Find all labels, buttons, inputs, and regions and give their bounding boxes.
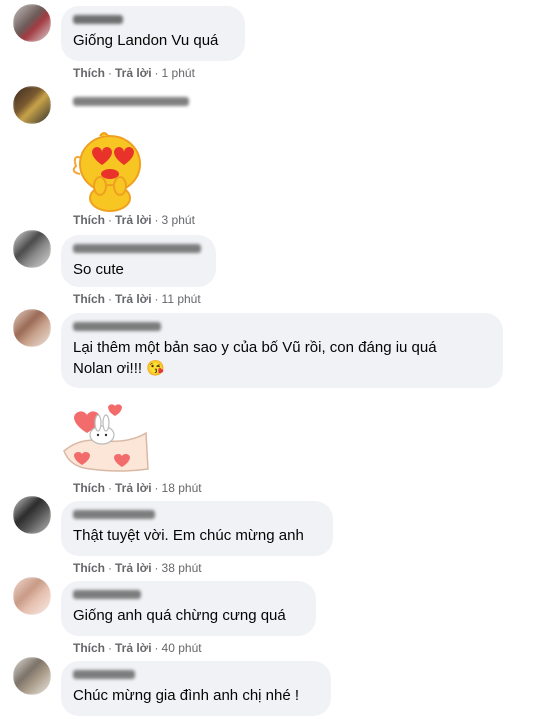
comment-bubble: So cute xyxy=(61,235,216,287)
commenter-name-blurred[interactable] xyxy=(73,510,155,519)
like-link[interactable]: Thích xyxy=(73,481,105,495)
reply-link[interactable]: Trả lời xyxy=(115,641,152,655)
heart-eyes-duck-sticker xyxy=(70,128,146,212)
comment-bubble: Thật tuyệt vời. Em chúc mừng anh xyxy=(61,501,333,556)
like-link[interactable]: Thích xyxy=(73,641,105,655)
comment-time[interactable]: 1 phút xyxy=(162,66,195,80)
comment-time[interactable]: 11 phút xyxy=(162,292,201,306)
comment-bubble: Giống Landon Vu quá xyxy=(61,6,245,61)
comment-time[interactable]: 40 phút xyxy=(162,641,202,655)
comment-bubble: Giống anh quá chừng cưng quá xyxy=(61,581,316,636)
commenter-name-blurred[interactable] xyxy=(73,244,201,253)
comment-actions: Thích · Trả lời · 40 phút xyxy=(73,641,202,655)
commenter-name-blurred[interactable] xyxy=(73,97,189,106)
comments-panel: { "comments": [ {"text": "Giống Landon V… xyxy=(0,0,554,719)
bunny-sticker-icon xyxy=(63,404,149,472)
like-link[interactable]: Thích xyxy=(73,292,105,306)
comment-bubble: Lại thêm một bản sao y của bố Vũ rồi, co… xyxy=(61,313,503,388)
bunny-hearts-sticker xyxy=(60,397,152,477)
comment-text: Thật tuyệt vời. Em chúc mừng anh xyxy=(73,527,304,544)
avatar[interactable] xyxy=(13,496,51,534)
commenter-name-blurred[interactable] xyxy=(73,670,135,679)
comment-text: Giống Landon Vu quá xyxy=(73,32,219,49)
avatar[interactable] xyxy=(13,230,51,268)
reply-link[interactable]: Trả lời xyxy=(115,561,152,575)
comment-text: Lại thêm một bản sao y của bố Vũ rồi, co… xyxy=(73,339,437,377)
comment-actions: Thích · Trả lời · 3 phút xyxy=(73,213,195,227)
comment-actions: Thích · Trả lời · 18 phút xyxy=(73,481,202,495)
like-link[interactable]: Thích xyxy=(73,561,105,575)
like-link[interactable]: Thích xyxy=(73,66,105,80)
comment-time[interactable]: 38 phút xyxy=(162,561,202,575)
avatar[interactable] xyxy=(13,657,51,695)
comment-time[interactable]: 18 phút xyxy=(162,481,202,495)
comment-actions: Thích · Trả lời · 11 phút xyxy=(73,292,201,306)
reply-link[interactable]: Trả lời xyxy=(115,66,152,80)
commenter-name-blurred[interactable] xyxy=(73,15,123,24)
comment-text: So cute xyxy=(73,261,124,278)
avatar[interactable] xyxy=(13,309,51,347)
comment-text: Chúc mừng gia đình anh chị nhé ! xyxy=(73,687,300,704)
avatar[interactable] xyxy=(13,4,51,42)
reply-link[interactable]: Trả lời xyxy=(115,292,152,306)
avatar[interactable] xyxy=(13,577,51,615)
comment-actions: Thích · Trả lời · 38 phút xyxy=(73,561,202,575)
commenter-name-blurred[interactable] xyxy=(73,590,141,599)
comment-actions: Thích · Trả lời · 1 phút xyxy=(73,66,195,80)
comment-time[interactable]: 3 phút xyxy=(162,213,195,227)
reply-link[interactable]: Trả lời xyxy=(115,213,152,227)
duck-sticker-icon xyxy=(72,132,141,212)
comment-text: Giống anh quá chừng cưng quá xyxy=(73,607,286,624)
reply-link[interactable]: Trả lời xyxy=(115,481,152,495)
like-link[interactable]: Thích xyxy=(73,213,105,227)
avatar[interactable] xyxy=(13,86,51,124)
commenter-name-blurred[interactable] xyxy=(73,322,161,331)
comment-bubble: Chúc mừng gia đình anh chị nhé ! xyxy=(61,661,331,716)
